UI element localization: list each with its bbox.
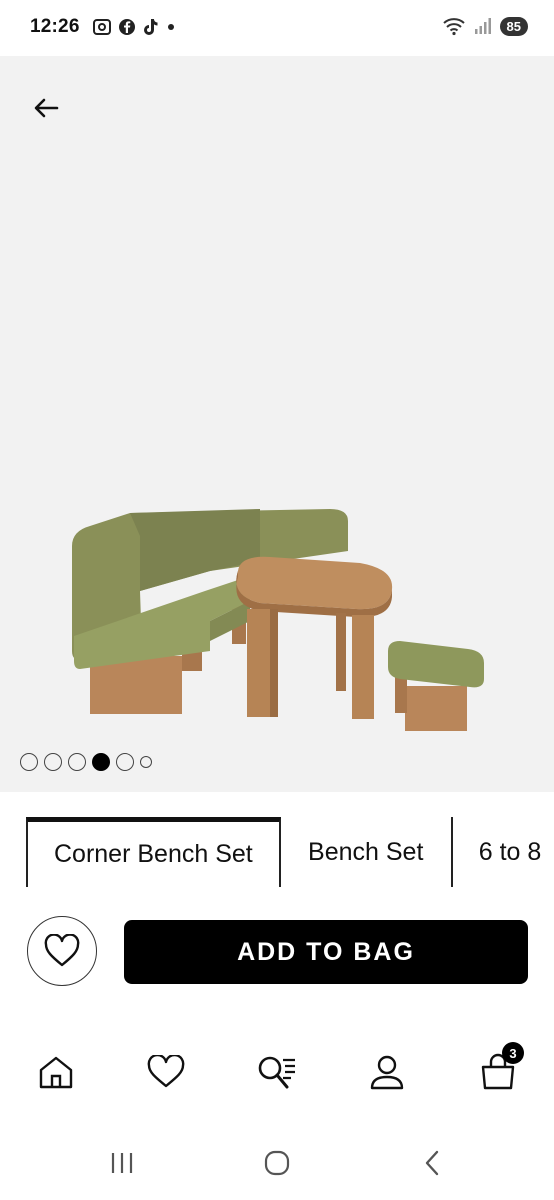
gallery-dot-active[interactable] — [92, 753, 110, 771]
arrow-left-icon — [34, 98, 59, 118]
nav-search[interactable] — [255, 1050, 299, 1094]
signal-icon — [474, 18, 491, 34]
facebook-icon — [119, 19, 135, 35]
home-circle-icon — [264, 1150, 290, 1176]
nav-wishlist[interactable] — [144, 1050, 188, 1094]
battery-level: 85 — [499, 16, 528, 36]
notification-icons — [92, 17, 176, 37]
more-dot-icon — [168, 24, 174, 30]
gallery-dot[interactable] — [140, 756, 152, 768]
gallery-pagination — [20, 753, 152, 771]
home-icon — [39, 1056, 73, 1089]
tiktok-icon — [144, 19, 158, 35]
search-list-icon — [258, 1056, 295, 1089]
tab-6-to-8[interactable]: 6 to 8 — [453, 817, 554, 887]
gallery-dot[interactable] — [20, 753, 38, 771]
tab-bench-set[interactable]: Bench Set — [281, 817, 453, 887]
chevron-left-icon — [425, 1150, 439, 1176]
product-gallery[interactable] — [0, 56, 554, 792]
recent-apps-button[interactable] — [102, 1146, 142, 1180]
gallery-dot[interactable] — [68, 753, 86, 771]
nav-home[interactable] — [34, 1050, 78, 1094]
account-icon — [370, 1055, 404, 1090]
home-button[interactable] — [257, 1146, 297, 1180]
variant-tabs: Corner Bench Set Bench Set 6 to 8 — [0, 817, 554, 887]
system-status-icons: 85 — [442, 16, 528, 36]
bottom-navigation: 3 — [0, 1040, 554, 1110]
tab-corner-bench-set[interactable]: Corner Bench Set — [26, 817, 281, 887]
wishlist-button[interactable] — [27, 916, 97, 986]
back-button[interactable] — [28, 90, 64, 126]
status-time: 12:26 — [30, 16, 80, 37]
back-system-button[interactable] — [412, 1146, 452, 1180]
screenshot-icon — [93, 19, 111, 35]
gallery-dot[interactable] — [44, 753, 62, 771]
recent-apps-icon — [111, 1153, 133, 1173]
product-image — [72, 509, 484, 731]
heart-icon — [44, 934, 80, 967]
nav-account[interactable] — [365, 1050, 409, 1094]
system-navigation-bar — [0, 1130, 554, 1200]
heart-icon — [147, 1055, 185, 1088]
bag-count-badge: 3 — [502, 1042, 524, 1064]
wifi-icon — [442, 18, 465, 36]
status-bar: 12:26 85 — [0, 0, 554, 56]
gallery-dot[interactable] — [116, 753, 134, 771]
nav-bag[interactable]: 3 — [476, 1042, 524, 1094]
add-to-bag-button[interactable]: ADD TO BAG — [124, 920, 528, 984]
